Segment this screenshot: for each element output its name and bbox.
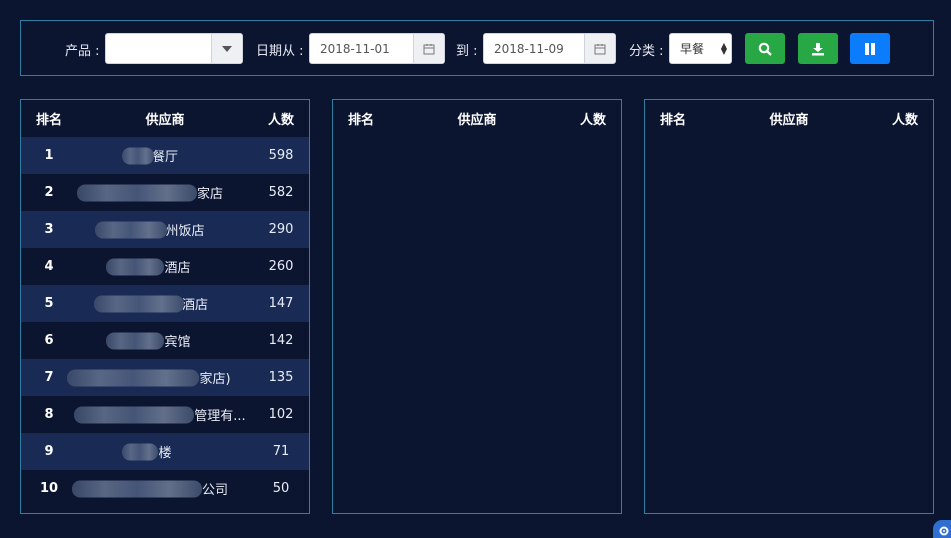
export-button[interactable] [798, 33, 838, 64]
supplier-cell: 家店 [76, 183, 253, 202]
redacted-text [95, 221, 168, 238]
supplier-cell: 酒店 [77, 257, 253, 276]
supplier-cell: 公司 [71, 479, 253, 498]
ranking-panel-3: 排名 供应商 人数 [644, 99, 934, 514]
date-to-value: 2018-11-09 [494, 41, 564, 56]
category-select[interactable]: 早餐 ▲ ▼ [669, 33, 732, 64]
product-select[interactable] [105, 33, 243, 64]
count-cell: 260 [268, 259, 294, 274]
redacted-text [76, 184, 197, 201]
count-cell: 582 [268, 185, 294, 200]
rank-cell: 9 [44, 444, 54, 459]
count-cell: 290 [268, 222, 294, 237]
redacted-text [122, 443, 159, 460]
count-cell: 102 [268, 407, 294, 422]
date-from-value: 2018-11-01 [320, 41, 390, 56]
count-cell: 142 [268, 333, 294, 348]
table-row[interactable]: 9 楼 71 [21, 433, 309, 470]
supplier-cell: 酒店 [77, 294, 253, 313]
count-header: 人数 [891, 113, 918, 128]
count-cell: 598 [268, 148, 294, 163]
table-row[interactable]: 3 州饭店 290 [21, 211, 309, 248]
table-row[interactable]: 1 餐厅 598 [21, 137, 309, 174]
rank-header: 排名 [659, 113, 686, 128]
date-from-label: 日期从 : [256, 44, 304, 59]
date-from-field[interactable]: 2018-11-01 [309, 33, 445, 64]
toggle-view-button[interactable] [850, 33, 890, 64]
product-label: 产品 : [65, 44, 100, 59]
rank-cell: 4 [44, 259, 54, 274]
date-to-label: 到 : [456, 44, 478, 59]
redacted-text [67, 369, 200, 386]
table-row[interactable]: 2 家店 582 [21, 174, 309, 211]
category-value: 早餐 [680, 42, 705, 56]
chevron-down-icon[interactable] [211, 34, 242, 63]
redacted-text [93, 295, 184, 312]
supplier-cell: 管理有... [74, 405, 253, 424]
supplier-cell: 州饭店 [77, 220, 253, 239]
table-header: 排名 供应商 人数 [21, 100, 309, 137]
supplier-cell: 楼 [77, 442, 253, 461]
supplier-cell: 宾馆 [77, 331, 253, 350]
filter-bar: 产品 : 日期从 : 2018-11-01 到 : 2018-11-09 分类 … [20, 20, 934, 76]
search-button[interactable] [745, 33, 785, 64]
redacted-text [71, 480, 202, 497]
redacted-text [106, 258, 165, 275]
rank-cell: 1 [44, 148, 54, 163]
date-to-field[interactable]: 2018-11-09 [483, 33, 616, 64]
ranking-panel-1: 排名 供应商 人数 1 餐厅 598 2 家店 582 3 州饭店 290 4 … [20, 99, 310, 514]
rank-cell: 2 [44, 185, 54, 200]
supplier-cell: 家店) [67, 368, 253, 387]
supplier-header: 供应商 [145, 113, 185, 128]
search-icon [758, 42, 772, 56]
table-row[interactable]: 5 酒店 147 [21, 285, 309, 322]
pause-icon [865, 42, 875, 55]
table-row[interactable]: 7 家店) 135 [21, 359, 309, 396]
count-cell: 50 [272, 481, 290, 496]
rank-cell: 8 [44, 407, 54, 422]
sort-arrows-icon: ▲ ▼ [720, 40, 728, 56]
category-label: 分类 : [629, 44, 664, 59]
redacted-text [121, 147, 154, 164]
count-header: 人数 [267, 113, 294, 128]
table-row[interactable]: 10 公司 50 [21, 470, 309, 507]
rank-header: 排名 [35, 113, 62, 128]
count-cell: 71 [272, 444, 290, 459]
table-body: 1 餐厅 598 2 家店 582 3 州饭店 290 4 酒店 260 5 酒… [21, 137, 309, 507]
rank-cell: 3 [44, 222, 54, 237]
count-cell: 135 [268, 370, 294, 385]
table-header: 排名 供应商 人数 [333, 100, 621, 137]
supplier-header: 供应商 [457, 113, 497, 128]
table-row[interactable]: 8 管理有... 102 [21, 396, 309, 433]
calendar-icon[interactable] [584, 34, 615, 63]
rank-cell: 5 [44, 296, 54, 311]
redacted-text [106, 332, 165, 349]
calendar-icon[interactable] [413, 34, 444, 63]
count-header: 人数 [579, 113, 606, 128]
download-icon [812, 42, 824, 55]
gear-icon[interactable] [933, 520, 951, 538]
supplier-cell: 餐厅 [77, 146, 253, 165]
rank-cell: 6 [44, 333, 54, 348]
count-cell: 147 [268, 296, 294, 311]
rank-header: 排名 [347, 113, 374, 128]
table-row[interactable]: 6 宾馆 142 [21, 322, 309, 359]
redacted-text [74, 406, 195, 423]
rank-cell: 10 [39, 481, 59, 496]
table-header: 排名 供应商 人数 [645, 100, 933, 137]
table-row[interactable]: 4 酒店 260 [21, 248, 309, 285]
ranking-panel-2: 排名 供应商 人数 [332, 99, 622, 514]
supplier-header: 供应商 [769, 113, 809, 128]
